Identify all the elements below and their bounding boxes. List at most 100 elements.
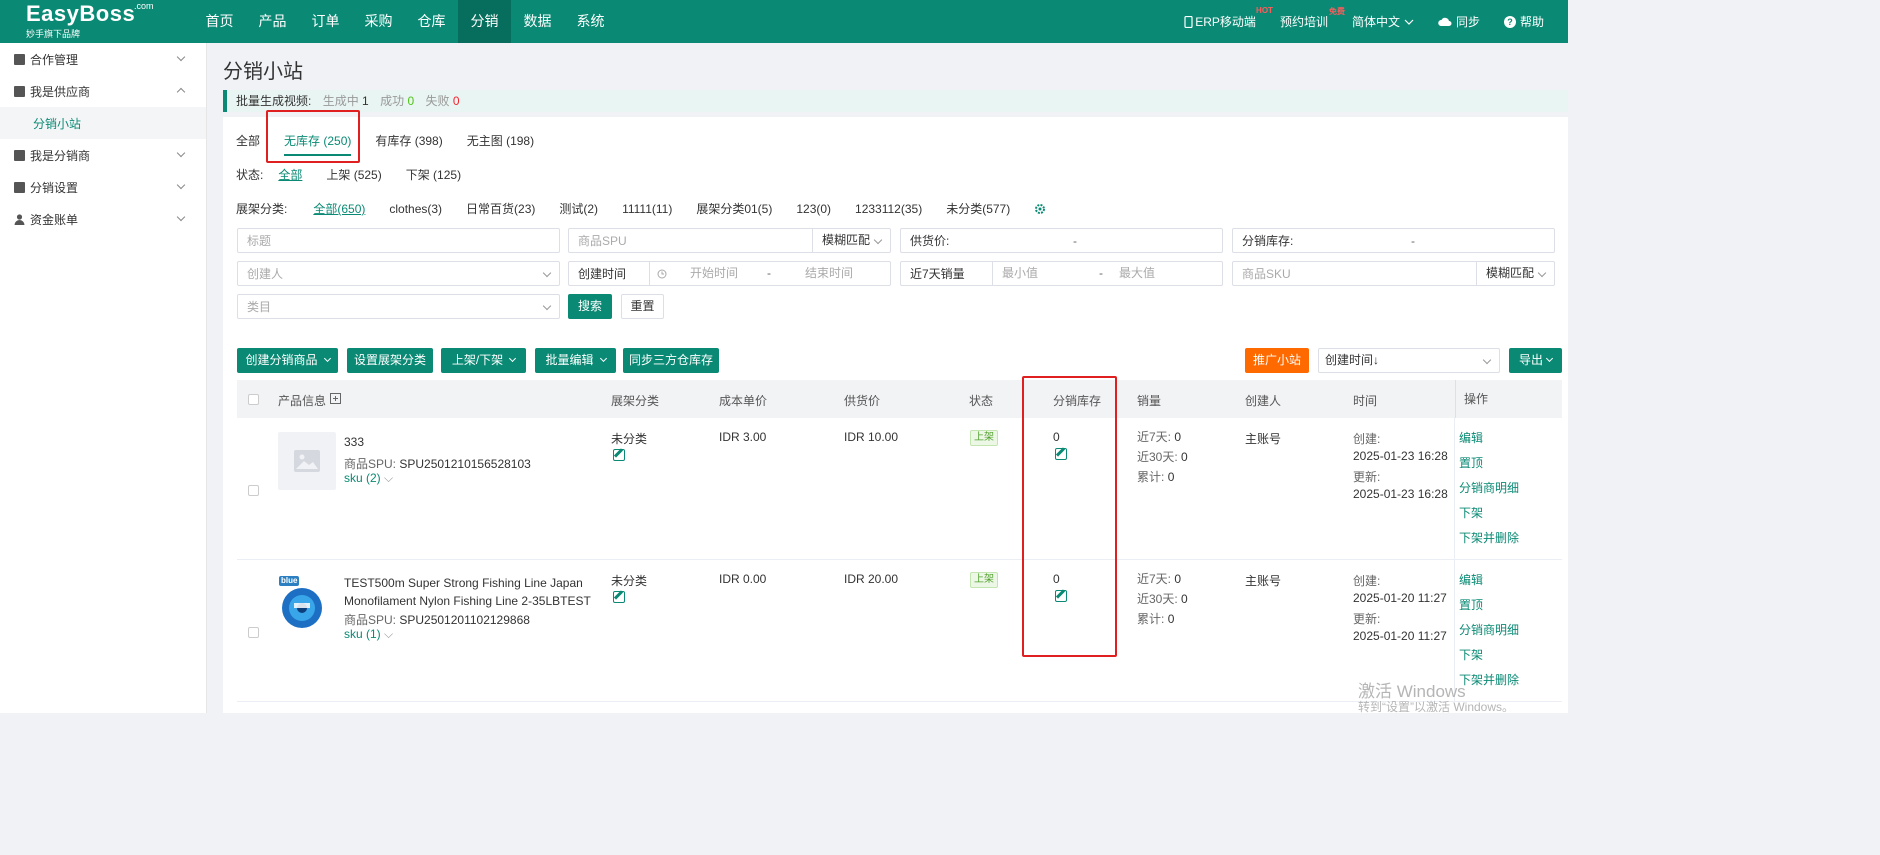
- date-range[interactable]: 开始时间 - 结束时间: [649, 262, 891, 285]
- edit-category-icon[interactable]: [613, 449, 625, 461]
- sidebar-item-cooperation[interactable]: 合作管理: [0, 43, 206, 75]
- chevron-down-icon: [176, 212, 186, 222]
- nav-product[interactable]: 产品: [246, 0, 299, 43]
- unshelf-delete-link[interactable]: 下架并删除: [1455, 668, 1562, 693]
- sales-range[interactable]: 近7天销量 最小值 - 最大值: [900, 261, 1223, 286]
- sidebar-item-station[interactable]: 分销小站: [0, 107, 206, 139]
- edit-link[interactable]: 编辑: [1455, 568, 1562, 593]
- supply-price-range[interactable]: 供货价: -: [900, 228, 1223, 253]
- training-link[interactable]: 预约培训 免费: [1279, 7, 1345, 30]
- category-option[interactable]: 展架分类01(5): [696, 200, 772, 217]
- batch-video-alert: 批量生成视频: 生成中 1 成功 0 失败 0: [223, 90, 1568, 112]
- table-header: 产品信息 展架分类 成本单价 供货价 状态 分销库存 销量 创建人 时间 操作: [237, 380, 1562, 418]
- category-option[interactable]: clothes(3): [389, 202, 442, 216]
- row-checkbox[interactable]: [248, 627, 259, 638]
- doc-icon: [14, 181, 25, 193]
- nav-order[interactable]: 订单: [299, 0, 352, 43]
- tab-no-image[interactable]: 无主图 (198): [467, 132, 534, 156]
- chevron-down-icon: [509, 354, 517, 363]
- header-actions: 操作: [1455, 380, 1562, 418]
- pin-link[interactable]: 置顶: [1455, 593, 1562, 618]
- row-sales-30: 近30天: 0: [1137, 590, 1188, 607]
- category-option[interactable]: 日常百货(23): [466, 200, 535, 217]
- select-all-checkbox[interactable]: [248, 394, 259, 405]
- category-select[interactable]: 类目: [237, 294, 560, 319]
- set-category-button[interactable]: 设置展架分类: [347, 348, 433, 373]
- erp-mobile-link[interactable]: ERP移动端 HOT: [1184, 6, 1273, 30]
- nav-home[interactable]: 首页: [193, 0, 246, 43]
- shelf-button[interactable]: 上架/下架: [441, 348, 526, 373]
- sort-select[interactable]: 创建时间↓: [1318, 348, 1500, 373]
- header-product: 产品信息: [278, 394, 327, 408]
- gear-icon[interactable]: [1034, 203, 1046, 215]
- nav-purchase[interactable]: 采购: [352, 0, 405, 43]
- alert-fail-label: 失败: [425, 94, 450, 108]
- product-title[interactable]: 333: [344, 435, 364, 449]
- edit-link[interactable]: 编辑: [1455, 426, 1562, 451]
- row-checkbox[interactable]: [248, 485, 259, 496]
- sidebar-item-label: 我是供应商: [30, 84, 91, 99]
- create-product-button[interactable]: 创建分销商品: [237, 348, 338, 373]
- export-button[interactable]: 导出: [1509, 348, 1562, 373]
- unshelf-delete-link[interactable]: 下架并删除: [1455, 526, 1562, 551]
- unshelf-link[interactable]: 下架: [1455, 501, 1562, 526]
- spu-input[interactable]: 商品SPU 模糊匹配: [568, 228, 891, 253]
- help-link[interactable]: ? 帮助: [1503, 13, 1544, 30]
- row-category: 未分类: [611, 574, 648, 588]
- chevron-down-icon: [599, 354, 607, 363]
- category-option[interactable]: 测试(2): [559, 200, 598, 217]
- stock-range[interactable]: 分销库存: -: [1232, 228, 1555, 253]
- category-option[interactable]: 123(0): [796, 202, 831, 216]
- promote-button[interactable]: 推广小站: [1245, 348, 1309, 373]
- expand-icon[interactable]: [330, 393, 341, 404]
- tab-in-stock[interactable]: 有库存 (398): [375, 132, 442, 156]
- logo[interactable]: EasyBoss .com 妙手旗下品牌: [26, 1, 154, 40]
- status-badge: 上架: [970, 430, 998, 446]
- training-label: 预约培训: [1279, 15, 1328, 29]
- time-range[interactable]: 创建时间 开始时间 - 结束时间: [568, 261, 891, 286]
- sidebar-item-supplier[interactable]: 我是供应商: [0, 75, 206, 107]
- batch-edit-button[interactable]: 批量编辑: [535, 348, 616, 373]
- status-label: 状态:: [236, 168, 264, 182]
- nav-data[interactable]: 数据: [511, 0, 564, 43]
- status-badge: 上架: [970, 572, 998, 588]
- category-option[interactable]: 未分类(577): [946, 200, 1010, 217]
- image-icon: [294, 450, 320, 472]
- doc-icon: [14, 149, 25, 161]
- pin-link[interactable]: 置顶: [1455, 451, 1562, 476]
- brand-com: .com: [134, 1, 154, 11]
- language-select[interactable]: 简体中文: [1352, 13, 1414, 30]
- tab-all[interactable]: 全部: [236, 132, 260, 156]
- edit-category-icon[interactable]: [613, 591, 625, 603]
- sku-toggle[interactable]: sku (1) ⌵: [344, 627, 393, 642]
- creator-select[interactable]: 创建人: [237, 261, 560, 286]
- row-category: 未分类: [611, 432, 648, 446]
- help-label: 帮助: [1519, 15, 1544, 29]
- sku-input[interactable]: 商品SKU 模糊匹配: [1232, 261, 1555, 286]
- sync-stock-button[interactable]: 同步三方仓库存: [623, 348, 719, 373]
- unshelf-link[interactable]: 下架: [1455, 643, 1562, 668]
- status-on-shelf[interactable]: 上架 (525): [326, 166, 381, 183]
- sales-min-max[interactable]: 最小值 - 最大值: [992, 262, 1223, 285]
- sync-link[interactable]: 同步: [1438, 13, 1480, 30]
- status-all[interactable]: 全部: [278, 166, 302, 183]
- sku-toggle[interactable]: sku (2) ⌵: [344, 471, 393, 486]
- reset-button[interactable]: 重置: [621, 294, 664, 319]
- category-option[interactable]: 全部(650): [313, 200, 365, 217]
- distributor-detail-link[interactable]: 分销商明细: [1455, 618, 1562, 643]
- sidebar-item-distributor[interactable]: 我是分销商: [0, 139, 206, 171]
- sidebar-item-funds[interactable]: 资金账单: [0, 203, 206, 235]
- nav-system[interactable]: 系统: [564, 0, 617, 43]
- status-off-shelf[interactable]: 下架 (125): [406, 166, 461, 183]
- nav-warehouse[interactable]: 仓库: [405, 0, 458, 43]
- range-dash: -: [1099, 266, 1103, 280]
- search-button[interactable]: 搜索: [568, 294, 612, 319]
- sidebar-item-settings[interactable]: 分销设置: [0, 171, 206, 203]
- title-input[interactable]: 标题: [237, 228, 560, 253]
- product-title[interactable]: TEST500m Super Strong Fishing Line Japan…: [344, 574, 594, 610]
- row-sales-total: 累计: 0: [1137, 468, 1174, 485]
- category-option[interactable]: 1233112(35): [855, 202, 922, 216]
- distributor-detail-link[interactable]: 分销商明细: [1455, 476, 1562, 501]
- nav-distribution[interactable]: 分销: [458, 0, 511, 43]
- category-option[interactable]: 11111(11): [622, 202, 672, 216]
